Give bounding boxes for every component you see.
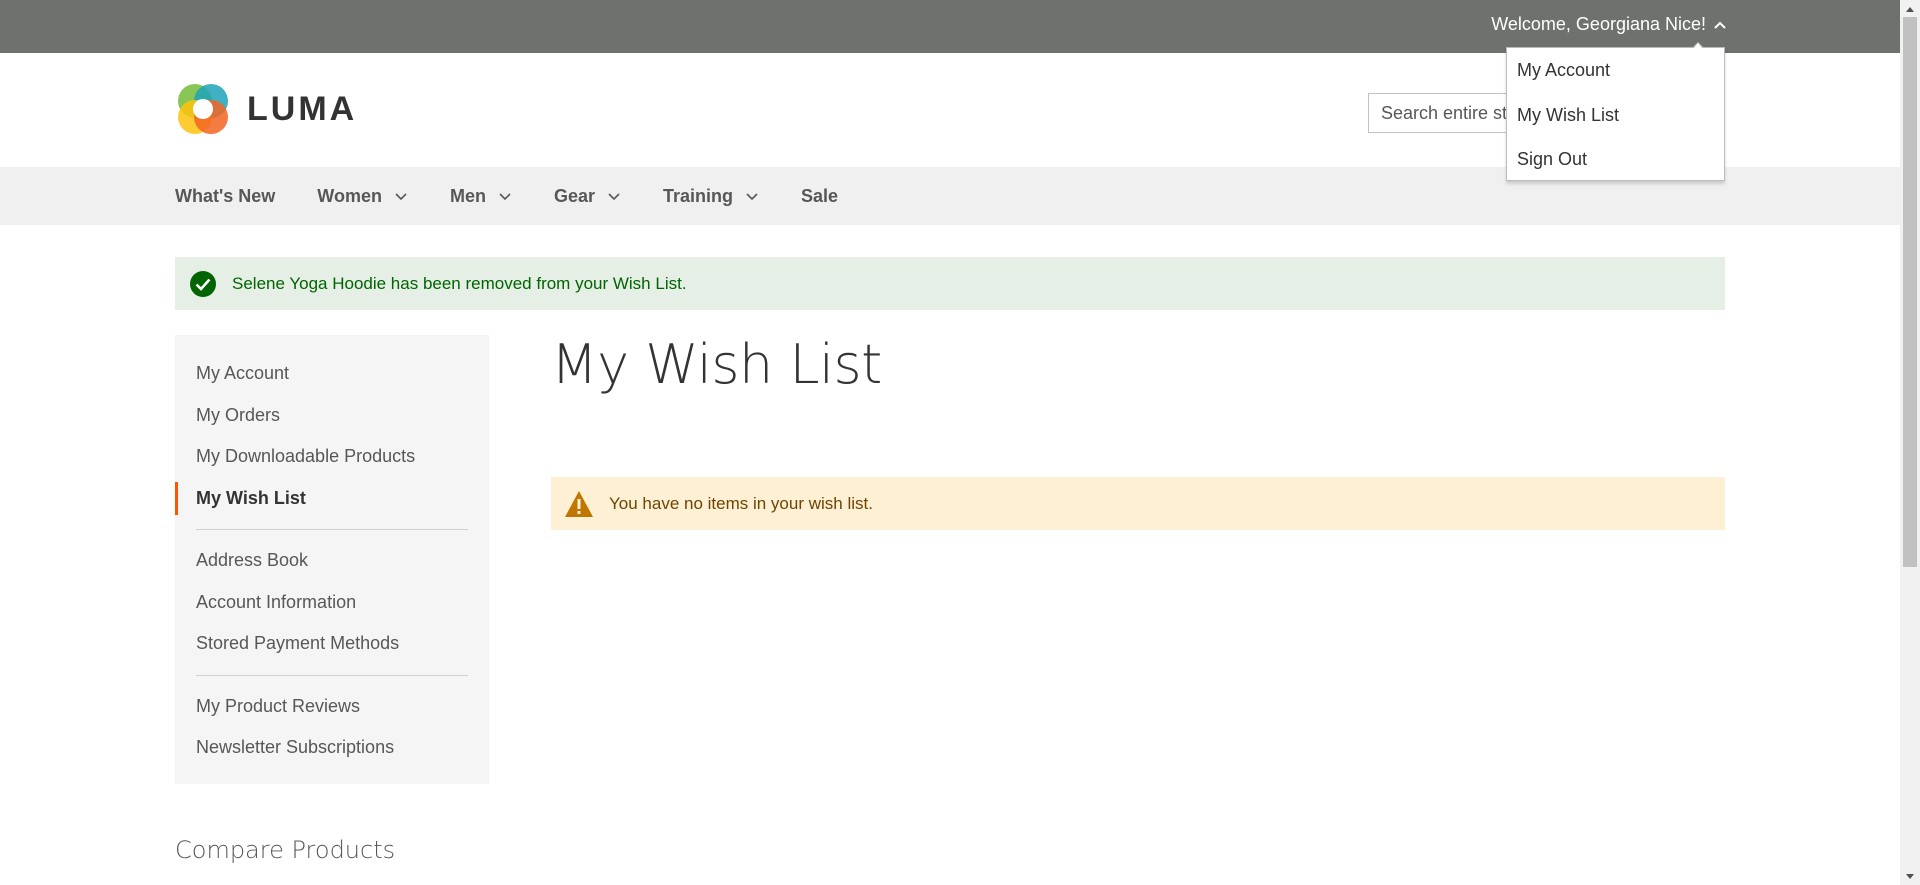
- chevron-down-icon: [746, 193, 758, 201]
- sidebar-item-my-orders[interactable]: My Orders: [175, 395, 489, 437]
- nav-label: What's New: [175, 185, 276, 206]
- nav-label: Gear: [553, 185, 595, 206]
- nav-item-men[interactable]: Men: [450, 186, 512, 207]
- sidebar-divider: [196, 529, 468, 530]
- logo-link[interactable]: LUMA: [175, 81, 357, 137]
- sidebar-item-my-wish-list[interactable]: My Wish List: [175, 478, 489, 520]
- nav-item-women[interactable]: Women: [317, 186, 408, 207]
- logo-text: LUMA: [247, 89, 358, 128]
- search-input[interactable]: Search entire store here...: [1368, 93, 1528, 133]
- warning-icon: [565, 490, 593, 517]
- nav-item-whats-new[interactable]: What's New: [175, 186, 275, 207]
- scrollbar-thumb[interactable]: [1903, 17, 1917, 567]
- sidebar-item-account-information[interactable]: Account Information: [175, 582, 489, 624]
- nav-label: Men: [449, 185, 486, 206]
- success-message: Selene Yoga Hoodie has been removed from…: [175, 257, 1725, 310]
- dropdown-my-wish-list-link[interactable]: My Wish List: [1507, 93, 1724, 138]
- chevron-down-icon: [395, 193, 407, 201]
- welcome-text: Welcome, Georgiana Nice!: [1491, 14, 1706, 34]
- compare-products-title: Compare Products: [175, 836, 396, 864]
- scroll-down-arrow-icon[interactable]: [1900, 868, 1920, 885]
- dropdown-sign-out-link[interactable]: Sign Out: [1507, 137, 1724, 182]
- luma-logo-icon: [178, 84, 228, 134]
- info-message: You have no items in your wish list.: [551, 477, 1725, 530]
- chevron-up-icon: [1714, 21, 1726, 29]
- sidebar-item-newsletter-subscriptions[interactable]: Newsletter Subscriptions: [175, 727, 489, 769]
- nav-item-sale[interactable]: Sale: [801, 186, 838, 207]
- chevron-down-icon: [499, 193, 511, 201]
- checkmark-circle-icon: [190, 270, 216, 297]
- sidebar-item-my-product-reviews[interactable]: My Product Reviews: [175, 686, 489, 728]
- nav-label: Sale: [801, 185, 839, 206]
- sidebar-divider: [196, 674, 468, 676]
- account-sidebar: My Account My Orders My Downloadable Pro…: [175, 335, 489, 784]
- account-dropdown: My Account My Wish List Sign Out: [1506, 42, 1725, 182]
- page-title: My Wish List: [551, 333, 882, 396]
- sidebar-item-my-downloadable-products[interactable]: My Downloadable Products: [175, 436, 489, 478]
- sidebar-item-my-account[interactable]: My Account: [175, 353, 489, 395]
- nav-item-gear[interactable]: Gear: [554, 186, 621, 207]
- nav-label: Training: [663, 185, 734, 206]
- nav-label: Women: [317, 185, 382, 206]
- customer-welcome-toggle[interactable]: Welcome, Georgiana Nice!: [1491, 14, 1728, 35]
- success-message-text: Selene Yoga Hoodie has been removed from…: [232, 273, 687, 293]
- nav-item-training[interactable]: Training: [663, 186, 759, 207]
- sidebar-item-address-book[interactable]: Address Book: [175, 540, 489, 582]
- top-panel: Welcome, Georgiana Nice!: [0, 0, 1900, 53]
- page-scrollbar[interactable]: [1900, 0, 1920, 885]
- dropdown-my-account-link[interactable]: My Account: [1507, 48, 1724, 93]
- info-message-text: You have no items in your wish list.: [609, 493, 873, 513]
- scroll-up-arrow-icon[interactable]: [1900, 0, 1920, 17]
- sidebar-item-stored-payment-methods[interactable]: Stored Payment Methods: [175, 623, 489, 665]
- chevron-down-icon: [608, 193, 620, 201]
